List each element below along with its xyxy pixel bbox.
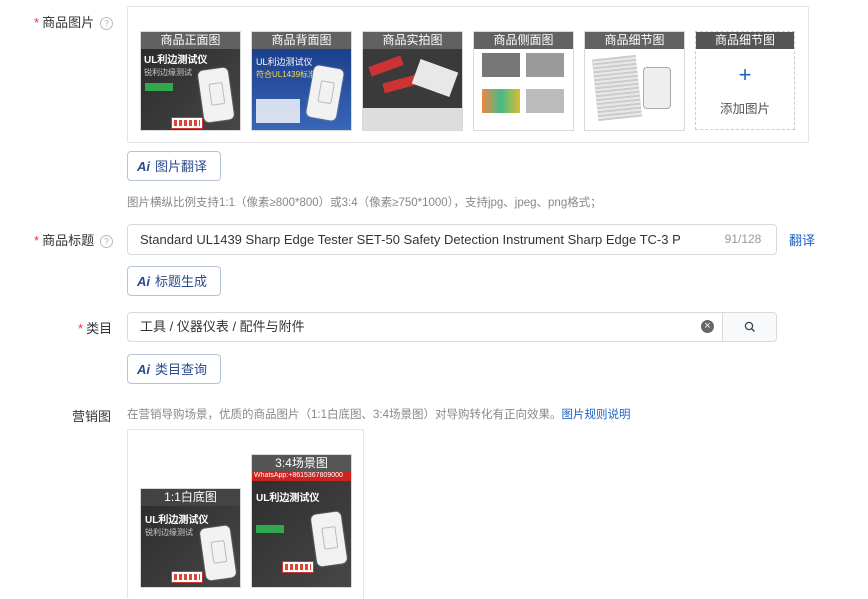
slot-caption: 商品细节图 xyxy=(696,32,794,49)
help-icon[interactable]: ? xyxy=(100,17,114,30)
device-shape xyxy=(199,525,237,581)
image-slot-side[interactable]: 商品侧面图 xyxy=(473,31,574,131)
category-search-button[interactable] xyxy=(722,312,777,342)
marketing-hint: 在营销导购场景，优质的商品图片（1:1白底图、3:4场景图）对导购转化有正向效果… xyxy=(127,406,630,422)
slot-caption: 3:4场景图 xyxy=(252,455,351,472)
product-images-label: * 商品图片? xyxy=(34,12,114,31)
product-photo xyxy=(363,49,462,130)
badge-shape xyxy=(145,83,173,91)
label-text: 类目 xyxy=(86,321,113,336)
scene-image-slot[interactable]: WhatsApp:+8615367809000 UL利边测试仪 3:4场景图 xyxy=(251,454,352,588)
plus-icon[interactable]: + xyxy=(696,62,794,88)
product-photo: UL利边测试仪 锐利边缘测试 xyxy=(141,49,240,130)
slot-caption: 商品细节图 xyxy=(585,32,684,49)
device-shape xyxy=(197,67,235,123)
slot-caption: 商品侧面图 xyxy=(474,32,573,49)
hint-text: 在营销导购场景，优质的商品图片（1:1白底图、3:4场景图）对导购转化有正向效果… xyxy=(127,409,562,421)
image-slot-back[interactable]: 商品背面图 UL利边测试仪 符合UL1439标准 xyxy=(251,31,352,131)
grid-photo xyxy=(526,53,564,77)
title-generate-button[interactable]: Ai 标题生成 xyxy=(127,266,221,296)
marketing-images-panel: UL利边测试仪 锐利边缘测试 1:1白底图 WhatsApp:+86153678… xyxy=(127,429,364,599)
image-slot-real[interactable]: 商品实拍图 xyxy=(362,31,463,131)
badge-shape xyxy=(256,525,284,533)
product-photo: UL利边测试仪 符合UL1439标准 xyxy=(252,49,351,130)
white-bg-image-slot[interactable]: UL利边测试仪 锐利边缘测试 1:1白底图 xyxy=(140,488,241,588)
image-format-hint: 图片横纵比例支持1:1（像素≥800*800）或3:4（像素≥750*1000）… xyxy=(127,197,602,209)
search-icon xyxy=(744,321,755,332)
image-slot-detail[interactable]: 商品细节图 xyxy=(584,31,685,131)
probe-shape xyxy=(382,74,418,94)
button-label: 类目查询 xyxy=(155,362,208,377)
category-query-button[interactable]: Ai 类目查询 xyxy=(127,354,221,384)
required-mark: * xyxy=(34,15,40,30)
title-input[interactable]: Standard UL1439 Sharp Edge Tester SET-50… xyxy=(127,224,777,255)
title-char-counter: 91/128 xyxy=(712,226,774,253)
grid-photo xyxy=(482,89,520,113)
category-label: * 类目 xyxy=(78,318,112,337)
device-shape xyxy=(411,58,459,98)
required-mark: * xyxy=(34,233,40,248)
button-label: 图片翻译 xyxy=(155,159,208,174)
product-photo xyxy=(585,49,684,130)
slot-caption: 1:1白底图 xyxy=(141,489,240,506)
photo-text: UL利边测试仪 xyxy=(256,57,313,67)
image-rules-link[interactable]: 图片规则说明 xyxy=(561,409,630,421)
add-image-slot[interactable]: 商品细节图 + 添加图片 xyxy=(695,31,795,130)
photo-subtext: 锐利边缘测试 xyxy=(145,528,193,537)
help-icon[interactable]: ? xyxy=(100,235,114,248)
add-image-label[interactable]: 添加图片 xyxy=(696,98,794,117)
category-input[interactable]: 工具 / 仪器仪表 / 配件与附件 xyxy=(127,312,723,342)
ai-icon: Ai xyxy=(137,274,150,289)
photo-text: UL利边测试仪 xyxy=(145,515,209,526)
title-label: * 商品标题? xyxy=(34,230,114,249)
caption-band-shape xyxy=(363,108,462,130)
image-translate-button[interactable]: Ai 图片翻译 xyxy=(127,151,221,181)
photo-subtext: 锐利边缘测试 xyxy=(144,68,192,77)
translate-link[interactable]: 翻译 xyxy=(789,230,815,249)
slot-caption: 商品实拍图 xyxy=(363,32,462,49)
spec-panel-shape xyxy=(256,99,300,123)
grid-photo xyxy=(482,53,520,77)
label-text: 商品图片 xyxy=(42,15,95,30)
probe-shape xyxy=(368,55,404,77)
label-text: 商品标题 xyxy=(42,233,95,248)
probe-box-shape xyxy=(171,571,203,583)
title-value: Standard UL1439 Sharp Edge Tester SET-50… xyxy=(140,232,681,247)
grid-photo xyxy=(526,89,564,113)
button-label: 标题生成 xyxy=(155,274,208,289)
device-shape xyxy=(643,67,671,109)
ai-icon: Ai xyxy=(137,362,150,377)
slot-caption: 商品背面图 xyxy=(252,32,351,49)
photo-subtext: 符合UL1439标准 xyxy=(256,70,317,79)
clear-icon[interactable]: × xyxy=(701,320,714,333)
slot-caption: 商品正面图 xyxy=(141,32,240,49)
product-images-panel: 商品正面图 UL利边测试仪 锐利边缘测试 商品背面图 UL利边测试仪 符合UL1… xyxy=(127,6,809,143)
device-shape xyxy=(310,511,348,567)
product-photo xyxy=(474,49,573,130)
category-value: 工具 / 仪器仪表 / 配件与附件 xyxy=(140,319,305,334)
required-mark: * xyxy=(78,321,84,336)
photo-watermark: WhatsApp:+8615367809000 xyxy=(254,472,343,479)
ai-icon: Ai xyxy=(137,159,150,174)
product-photo: WhatsApp:+8615367809000 UL利边测试仪 xyxy=(252,455,351,587)
probe-box-shape xyxy=(171,117,203,129)
probe-box-shape xyxy=(282,561,314,573)
image-slot-front[interactable]: 商品正面图 UL利边测试仪 锐利边缘测试 xyxy=(140,31,241,131)
marketing-label: 营销图 xyxy=(72,409,112,424)
photo-text: UL利边测试仪 xyxy=(144,55,208,66)
photo-text: UL利边测试仪 xyxy=(256,493,320,504)
manual-shape xyxy=(591,54,643,122)
